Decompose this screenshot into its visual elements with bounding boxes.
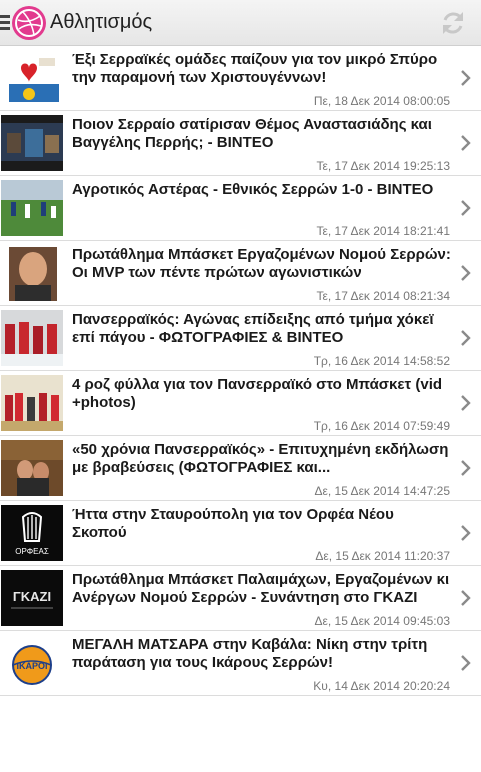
thumbnail-image <box>1 50 63 106</box>
chevron-right-icon <box>461 525 471 541</box>
timestamp: Τρ, 16 Δεκ 2014 07:59:49 <box>313 419 450 433</box>
timestamp: Δε, 15 Δεκ 2014 11:20:37 <box>315 549 450 563</box>
timestamp: Τρ, 16 Δεκ 2014 14:58:52 <box>313 354 450 368</box>
thumbnail-image <box>1 310 63 366</box>
headline: 4 ροζ φύλλα για τον Πανσερραϊκό στο Μπάσ… <box>72 376 443 411</box>
timestamp: Πε, 18 Δεκ 2014 08:00:05 <box>313 94 450 108</box>
list-item[interactable]: Αγροτικός Αστέρας - Εθνικός Σερρών 1-0 -… <box>0 176 481 241</box>
chevron-right-icon <box>461 135 471 151</box>
thumbnail-image: ΟΡΦΕΑΣ <box>1 505 63 561</box>
ikaroi-logo-text: ΙΚΑΡΟΙ <box>16 661 47 671</box>
chevron-right-icon <box>461 590 471 606</box>
timestamp: Δε, 15 Δεκ 2014 14:47:25 <box>314 484 451 498</box>
timestamp: Δε, 15 Δεκ 2014 09:45:03 <box>314 614 451 628</box>
orfeas-logo-text: ΟΡΦΕΑΣ <box>15 547 49 556</box>
chevron-right-icon <box>461 200 471 216</box>
list-item[interactable]: ΙΚΑΡΟΙ ΜΕΓΑΛΗ ΜΑΤΣΑΡΑ στην Καβάλα: Νίκη … <box>0 631 481 696</box>
thumbnail-image <box>1 115 63 171</box>
thumbnail-image <box>1 245 63 301</box>
thumbnail-image <box>1 440 63 496</box>
headline: ΜΕΓΑΛΗ ΜΑΤΣΑΡΑ στην Καβάλα: Νίκη στην τρ… <box>72 636 428 671</box>
headline: «50 χρόνια Πανσερραϊκός» - Επιτυχημένη ε… <box>72 441 449 476</box>
headline: Ποιον Σερραίο σατίρισαν Θέμος Αναστασιάδ… <box>72 116 432 151</box>
news-list: Έξι Σερραϊκές ομάδες παίζουν για τον μικ… <box>0 46 481 696</box>
timestamp: Τε, 17 Δεκ 2014 19:25:13 <box>316 159 451 173</box>
list-item[interactable]: Ποιον Σερραίο σατίρισαν Θέμος Αναστασιάδ… <box>0 111 481 176</box>
chevron-right-icon <box>461 655 471 671</box>
chevron-right-icon <box>461 70 471 86</box>
list-item[interactable]: 4 ροζ φύλλα για τον Πανσερραϊκό στο Μπάσ… <box>0 371 481 436</box>
hamburger-icon[interactable] <box>0 0 10 46</box>
headline: Ήττα στην Σταυρούπολη για τον Ορφέα Νέου… <box>72 506 394 541</box>
headline: Έξι Σερραϊκές ομάδες παίζουν για τον μικ… <box>72 51 438 86</box>
chevron-right-icon <box>461 460 471 476</box>
app-screen: Αθλητισμός Έξι Σερραϊκές ομάδες παίζουν … <box>0 0 481 772</box>
timestamp: Τε, 17 Δεκ 2014 18:21:41 <box>316 224 451 238</box>
page-title: Αθλητισμός <box>50 11 153 33</box>
headline: Αγροτικός Αστέρας - Εθνικός Σερρών 1-0 -… <box>72 181 434 198</box>
gkazi-logo-text: ΓΚΑΖΙ <box>13 589 51 604</box>
chevron-right-icon <box>461 330 471 346</box>
thumbnail-image <box>1 375 63 431</box>
thumbnail-image <box>1 180 63 236</box>
thumbnail-image: ΓΚΑΖΙ <box>1 570 63 626</box>
action-bar: Αθλητισμός <box>0 0 481 46</box>
thumbnail-image: ΙΚΑΡΟΙ <box>1 635 63 691</box>
chevron-right-icon <box>461 265 471 281</box>
list-item[interactable]: ΟΡΦΕΑΣ Ήττα στην Σταυρούπολη για τον Ορφ… <box>0 501 481 566</box>
chevron-right-icon <box>461 395 471 411</box>
timestamp: Τε, 17 Δεκ 2014 08:21:34 <box>316 289 451 303</box>
list-item[interactable]: Έξι Σερραϊκές ομάδες παίζουν για τον μικ… <box>0 46 481 111</box>
list-item[interactable]: Πρωτάθλημα Μπάσκετ Εργαζομένων Νομού Σερ… <box>0 241 481 306</box>
dribbble-logo-icon[interactable] <box>12 5 46 40</box>
list-item[interactable]: ΓΚΑΖΙ Πρωτάθλημα Μπάσκετ Παλαιμάχων, Εργ… <box>0 566 481 631</box>
headline: Πανσερραϊκός: Αγώνας επίδειξης από τμήμα… <box>72 311 434 346</box>
list-item[interactable]: Πανσερραϊκός: Αγώνας επίδειξης από τμήμα… <box>0 306 481 371</box>
list-item[interactable]: «50 χρόνια Πανσερραϊκός» - Επιτυχημένη ε… <box>0 436 481 501</box>
headline: Πρωτάθλημα Μπάσκετ Παλαιμάχων, Εργαζομέν… <box>72 571 450 606</box>
timestamp: Κυ, 14 Δεκ 2014 20:20:24 <box>313 679 450 693</box>
refresh-icon[interactable] <box>439 9 467 37</box>
headline: Πρωτάθλημα Μπάσκετ Εργαζομένων Νομού Σερ… <box>72 246 451 281</box>
